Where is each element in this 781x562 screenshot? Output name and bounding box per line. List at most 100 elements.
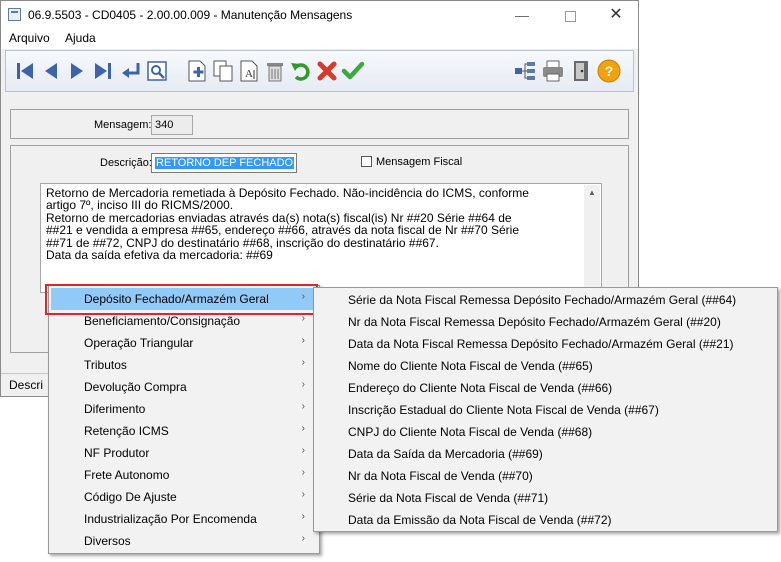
message-line: artigo 7º, inciso III do RICMS/2000. (46, 198, 234, 213)
cancel-button[interactable] (314, 58, 340, 84)
message-line: Data da saída efetiva da mercadoria: ##6… (46, 248, 273, 263)
submenu-item[interactable]: Endereço do Cliente Nota Fiscal de Venda… (348, 381, 612, 395)
svg-text:A: A (245, 68, 253, 80)
toolbar: A ? (5, 50, 634, 92)
submenu-item[interactable]: CNPJ do Cliente Nota Fiscal de Venda (##… (348, 425, 592, 439)
tree-button[interactable] (512, 58, 538, 84)
maximize-button[interactable] (547, 1, 593, 29)
chevron-right-icon: › (301, 423, 305, 434)
submenu-item[interactable]: Nome do Cliente Nota Fiscal de Venda (##… (348, 359, 593, 373)
menu-item-label: Operação Triangular (84, 336, 194, 350)
next-icon (71, 63, 83, 79)
undo-button[interactable] (288, 58, 314, 84)
cancel-icon (317, 61, 337, 81)
mensagem-fiscal-checkbox[interactable] (361, 156, 372, 167)
minimize-button[interactable]: — (499, 1, 545, 29)
mensagem-fiscal-label: Mensagem Fiscal (376, 156, 463, 168)
first-icon (17, 63, 33, 79)
menu-item-label: Diferimento (84, 402, 146, 416)
exit-button[interactable] (568, 58, 594, 84)
search-icon (147, 61, 167, 81)
menu-bar: Arquivo Ajuda (1, 29, 638, 49)
menu-item-tributos[interactable]: Tributos › (51, 354, 317, 376)
status-text: Descri (9, 378, 44, 392)
help-button[interactable]: ? (596, 58, 622, 84)
next-record-button[interactable] (64, 58, 90, 84)
menu-item-frete-autonomo[interactable]: Frete Autonomo › (51, 464, 317, 486)
goto-button[interactable] (118, 58, 144, 84)
menu-item-label: Beneficiamento/Consignação (84, 314, 241, 328)
menu-item-label: Devolução Compra (84, 380, 187, 394)
submenu: Série da Nota Fiscal Remessa Depósito Fe… (313, 287, 778, 532)
menu-item-label: Retenção ICMS (84, 424, 169, 438)
help-icon: ? (597, 59, 621, 83)
scroll-up-icon[interactable]: ▲ (584, 185, 600, 201)
add-button[interactable] (184, 58, 210, 84)
message-scrollbar[interactable]: ▲ (584, 185, 600, 291)
mensagem-field[interactable]: 340 (151, 115, 193, 135)
svg-text:?: ? (605, 63, 614, 79)
edit-button[interactable]: A (236, 58, 262, 84)
submenu-item[interactable]: Nr da Nota Fiscal Remessa Depósito Fecha… (348, 315, 721, 329)
chevron-right-icon: › (301, 357, 305, 368)
maximize-icon (564, 10, 576, 22)
menu-item-industrializacao[interactable]: Industrialização Por Encomenda › (51, 508, 317, 530)
copy-icon (213, 60, 233, 82)
close-button[interactable]: ✕ (593, 1, 639, 29)
last-record-button[interactable] (90, 58, 116, 84)
submenu-item[interactable]: Nr da Nota Fiscal de Venda (##70) (348, 469, 533, 483)
menu-item-diferimento[interactable]: Diferimento › (51, 398, 317, 420)
add-icon (188, 60, 206, 82)
menu-item-operacao-triangular[interactable]: Operação Triangular › (51, 332, 317, 354)
copy-button[interactable] (210, 58, 236, 84)
context-menu: Depósito Fechado/Armazém Geral › Benefic… (48, 285, 320, 554)
chevron-right-icon: › (301, 511, 305, 522)
menu-item-label: Tributos (84, 358, 127, 372)
print-button[interactable] (540, 58, 566, 84)
submenu-item[interactable]: Série da Nota Fiscal de Venda (##71) (348, 491, 548, 505)
submenu-item[interactable]: Inscrição Estadual do Cliente Nota Fisca… (348, 403, 659, 417)
chevron-right-icon: › (301, 445, 305, 456)
submenu-item[interactable]: Série da Nota Fiscal Remessa Depósito Fe… (348, 293, 736, 307)
menu-item-label: Diversos (84, 534, 131, 548)
edit-icon: A (240, 60, 258, 82)
menu-ajuda[interactable]: Ajuda (65, 31, 96, 45)
menu-item-label: Código De Ajuste (84, 490, 177, 504)
tree-icon (515, 62, 535, 80)
last-icon (95, 63, 111, 79)
message-textarea[interactable]: Retorno de Mercadoria remetiada à Depósi… (40, 183, 602, 293)
menu-item-label: Frete Autonomo (84, 468, 170, 482)
menu-item-diversos[interactable]: Diversos › (51, 530, 317, 552)
menu-item-label: NF Produtor (84, 446, 150, 460)
search-button[interactable] (144, 58, 170, 84)
menu-arquivo[interactable]: Arquivo (9, 31, 50, 45)
descricao-field[interactable]: RETORNO DEP FECHADO (151, 153, 297, 173)
window-title: 06.9.5503 - CD0405 - 2.00.00.009 - Manut… (28, 8, 353, 22)
descricao-selected-text: RETORNO DEP FECHADO (155, 157, 295, 169)
mensagem-label: Mensagem: (94, 119, 152, 131)
chevron-right-icon: › (301, 379, 305, 390)
submenu-item[interactable]: Data da Emissão da Nota Fiscal de Venda … (348, 513, 611, 527)
previous-record-button[interactable] (38, 58, 64, 84)
delete-icon (267, 63, 283, 82)
menu-item-nf-produtor[interactable]: NF Produtor › (51, 442, 317, 464)
save-button[interactable] (340, 58, 366, 84)
submenu-item[interactable]: Data da Nota Fiscal Remessa Depósito Fec… (348, 337, 734, 351)
menu-item-codigo-de-ajuste[interactable]: Código De Ajuste › (51, 486, 317, 508)
submenu-item[interactable]: Data da Saída da Mercadoria (##69) (348, 447, 543, 461)
first-record-button[interactable] (12, 58, 38, 84)
save-icon (341, 61, 365, 80)
chevron-right-icon: › (301, 335, 305, 346)
descricao-label: Descrição: (100, 157, 152, 169)
menu-item-devolucao-compra[interactable]: Devolução Compra › (51, 376, 317, 398)
undo-icon (291, 63, 310, 81)
delete-button[interactable] (262, 58, 288, 84)
chevron-right-icon: › (301, 401, 305, 412)
exit-icon (574, 61, 588, 81)
menu-item-retencao-icms[interactable]: Retenção ICMS › (51, 420, 317, 442)
message-line: ##21 e vendida a empresa ##65, endereço … (46, 223, 519, 238)
menu-item-label: Industrialização Por Encomenda (84, 512, 257, 526)
print-icon (543, 60, 563, 82)
title-bar[interactable]: 06.9.5503 - CD0405 - 2.00.00.009 - Manut… (1, 1, 638, 29)
chevron-right-icon: › (301, 533, 305, 544)
